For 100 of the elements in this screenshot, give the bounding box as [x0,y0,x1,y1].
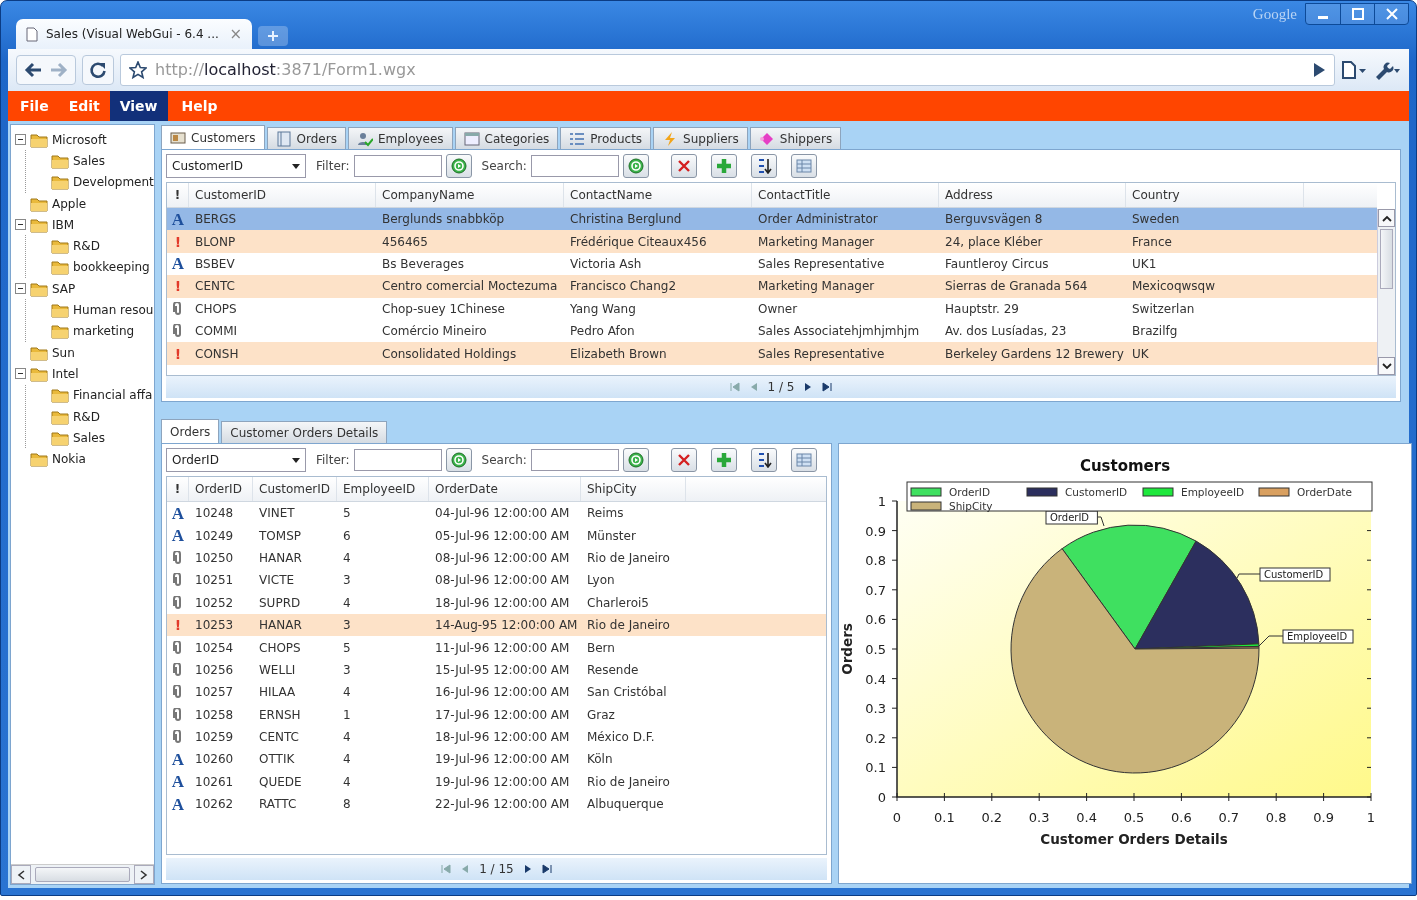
search-field[interactable] [530,449,619,471]
column-header[interactable]: ContactName [564,183,752,207]
column-header[interactable]: OrderDate [429,477,581,501]
table-cell-text: San Cristóbal [586,684,668,702]
scroll-up-icon[interactable] [1381,214,1392,222]
reload-icon[interactable] [89,61,107,79]
url-field[interactable]: http://localhost:3871/Form1.wgx [155,58,416,82]
tree-item[interactable]: marketing [73,322,135,341]
filter-field[interactable] [353,449,442,471]
tree-item[interactable]: Development [73,173,154,192]
grid-button[interactable] [790,448,817,472]
search-field[interactable] [530,155,619,177]
axis-tick-label: 0.1 [933,810,955,825]
tab[interactable]: Customer Orders Details [221,421,388,443]
table-cell-text: 4 [342,549,352,567]
column-header[interactable]: CompanyName [376,183,564,207]
tree-item[interactable]: Apple [52,194,87,213]
collapse-icon[interactable] [15,134,26,146]
menu-item[interactable]: View [109,91,168,121]
page-menu-icon[interactable] [1341,60,1367,80]
next-page-icon[interactable] [804,382,813,392]
tree-item[interactable]: Nokia [52,450,86,469]
tab[interactable]: Orders [161,419,220,443]
column-header[interactable]: EmployeeID [337,477,429,501]
folder-icon [51,408,69,425]
tab[interactable]: Orders [266,127,346,149]
tree-item[interactable]: Sun [52,343,75,362]
scroll-right-icon[interactable] [140,869,148,880]
search-button[interactable] [622,448,649,472]
tree-item[interactable]: Microsoft [52,130,107,149]
dropdown[interactable]: OrderID [166,448,306,472]
legend-label: EmployeeID [1180,486,1245,498]
play-icon[interactable] [1312,62,1326,78]
table-cell-text: Sweden [1131,211,1181,229]
sort-button[interactable] [750,448,777,472]
scrollbar-thumb[interactable] [35,867,130,882]
tree-item[interactable]: IBM [52,215,75,234]
tab[interactable]: Customers [161,125,265,149]
table-cell-text: 5 [342,639,352,657]
tab[interactable]: Categories [454,127,559,149]
column-header[interactable]: ContactTitle [752,183,939,207]
table-row[interactable]: ! 10253 HANAR 3 14-Aug-95 12:00:00 AM Rio de Janeiro [167,613,826,637]
delete-button[interactable] [670,154,697,178]
scroll-left-icon[interactable] [17,869,25,880]
collapse-icon[interactable] [15,219,26,231]
scrollbar-thumb[interactable] [1380,229,1393,289]
column-header[interactable]: ! [167,183,189,207]
apply-filter-button[interactable] [445,448,472,472]
browser-tab[interactable]: Sales (Visual WebGui - 6.4 ... × [16,19,252,49]
table-cell-text: Rio de Janeiro [586,549,671,567]
dropdown[interactable]: CustomerID [166,154,306,178]
delete-button[interactable] [670,448,697,472]
close-icon[interactable] [1383,7,1400,22]
add-button[interactable] [710,154,737,178]
tree-item[interactable]: Financial affa [73,386,153,405]
column-header[interactable]: Country [1126,183,1304,207]
tree-item[interactable]: bookkeeping [73,258,150,277]
scroll-down-icon[interactable] [1381,362,1392,370]
table-row[interactable]: ! CONSH Consolidated Holdings Elizabeth Brown Sales Representative Berkeley Gardens 12 Brewery UK [167,342,1377,365]
tree-item[interactable]: SAP [52,279,76,298]
tree-item[interactable]: R&D [73,407,100,426]
next-page-icon[interactable] [523,864,532,874]
maximize-icon[interactable] [1349,7,1366,22]
table-cell-text: VICTE [258,572,296,590]
back-icon[interactable] [23,61,43,79]
table-cell-text: Owner [757,300,799,318]
tree-item[interactable]: Human resou [73,301,154,319]
last-page-icon[interactable] [822,382,833,392]
table-cell-text: Brazilfg [1131,323,1179,341]
last-page-icon[interactable] [541,864,552,874]
table-row[interactable]: A BERGS Berglunds snabbköp Christina Berglund Order Administrator Berguvsvägen 8 Sweden [167,208,1377,231]
apply-filter-button[interactable] [445,154,472,178]
column-header[interactable]: OrderID [189,477,253,501]
new-tab-button[interactable] [258,26,288,46]
table-row[interactable]: ! BLONP 456465 Frédérique Citeaux456 Marketing Manager 24, place Kléber France [167,230,1377,253]
add-button[interactable] [710,448,737,472]
tab[interactable]: Shippers [749,127,842,149]
column-header[interactable]: CustomerID [253,477,337,501]
column-header[interactable]: CustomerID [189,183,376,207]
tab[interactable]: Suppliers [653,127,748,149]
tab[interactable]: Products [560,127,652,149]
table-cell-text: Sierras de Granada 564 [944,278,1089,296]
table-row[interactable]: ! CENTC Centro comercial Moctezuma Francisco Chang2 Marketing Manager Sierras de Granada 564 Mexicoqwsqw [167,275,1377,298]
tree-item[interactable]: Intel [52,364,79,383]
filter-field[interactable] [353,155,442,177]
star-icon[interactable] [129,61,147,79]
grid-button[interactable] [790,154,817,178]
sort-button[interactable] [750,154,777,178]
tree-item[interactable]: R&D [73,237,100,256]
brand-label: Google [1252,5,1297,24]
collapse-icon[interactable] [15,283,26,295]
column-header[interactable]: ! [167,477,189,501]
tree-item[interactable]: Sales [73,428,105,447]
collapse-icon[interactable] [15,368,26,380]
tab[interactable]: Employees [347,127,453,149]
tree-item[interactable]: Sales [73,151,105,170]
column-header[interactable]: ShipCity [581,477,686,501]
table-cell-text: Berglunds snabbköp [381,211,506,229]
search-button[interactable] [622,154,649,178]
column-header[interactable]: Address [939,183,1126,207]
